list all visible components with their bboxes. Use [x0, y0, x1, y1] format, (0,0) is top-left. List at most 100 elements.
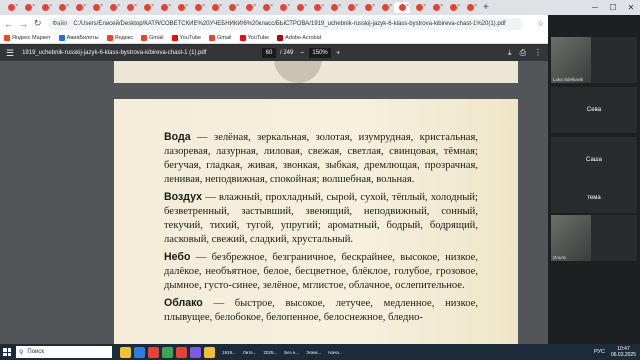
tab-close-icon[interactable]: ×: [185, 3, 188, 9]
browser-tab[interactable]: ×: [156, 2, 172, 13]
browser-tab[interactable]: ×: [258, 2, 274, 13]
browser-tab[interactable]: ×: [377, 2, 393, 13]
tab-close-icon[interactable]: ×: [134, 3, 137, 9]
tab-close-icon[interactable]: ×: [66, 3, 69, 9]
browser-tab[interactable]: ×: [207, 2, 223, 13]
pdf-viewport[interactable]: Вода — зелёная, зеркальная, золотая, изу…: [0, 61, 548, 344]
browser-tab[interactable]: ×: [224, 2, 240, 13]
browser-tab[interactable]: ×: [3, 2, 19, 13]
browser-tab[interactable]: ×: [326, 2, 342, 13]
browser-tab[interactable]: ×: [411, 2, 427, 13]
tab-close-icon[interactable]: ×: [338, 3, 341, 9]
browser-tab[interactable]: ×: [139, 2, 155, 13]
bookmark-item[interactable]: Яндекс: [106, 34, 133, 41]
zoom-out-icon[interactable]: −: [300, 50, 304, 57]
tab-close-icon[interactable]: ×: [389, 3, 392, 9]
tab-close-icon[interactable]: ×: [270, 3, 273, 9]
bookmark-item[interactable]: Gmail: [141, 34, 164, 41]
taskbar-window[interactable]: Лите...: [243, 347, 257, 358]
tab-close-icon[interactable]: ×: [474, 3, 477, 9]
tab-close-icon[interactable]: ×: [253, 3, 256, 9]
tab-close-icon[interactable]: ×: [100, 3, 103, 9]
tab-close-icon[interactable]: ×: [202, 3, 205, 9]
clock[interactable]: 10:47 06.03.2025: [611, 346, 636, 358]
bookmark-item[interactable]: YouTube: [239, 34, 269, 41]
bookmark-item[interactable]: Gmail: [209, 34, 232, 41]
browser-tab[interactable]: ×: [54, 2, 70, 13]
download-icon[interactable]: ⤓: [508, 48, 512, 58]
more-icon[interactable]: ⋮: [534, 48, 542, 58]
bookmark-item[interactable]: Adobe Acrobat: [277, 34, 321, 41]
tab-close-icon[interactable]: ×: [49, 3, 52, 9]
taskbar-window[interactable]: Нача...: [328, 347, 342, 358]
browser-tab[interactable]: ×: [37, 2, 53, 13]
tab-close-icon[interactable]: ×: [15, 3, 18, 9]
url-input[interactable]: Файл C:/Users/Елисей/Desktop/КАТЯ/СОВЕТС…: [47, 17, 523, 30]
taskbar-window[interactable]: Элем...: [306, 347, 321, 358]
browser-tab[interactable]: ×: [241, 2, 257, 13]
taskbar-app-icon[interactable]: [134, 346, 145, 358]
new-tab-icon[interactable]: +: [483, 2, 489, 13]
taskbar-app-icon[interactable]: [148, 346, 159, 358]
browser-tab[interactable]: ×: [360, 2, 376, 13]
browser-tab[interactable]: ×: [445, 2, 461, 13]
browser-tab[interactable]: ×: [20, 2, 36, 13]
tab-close-icon[interactable]: ×: [440, 3, 443, 9]
tab-close-icon[interactable]: ×: [372, 3, 375, 9]
start-button[interactable]: [0, 344, 14, 360]
tab-close-icon[interactable]: ×: [355, 3, 358, 9]
taskbar-search[interactable]: ⚲ Поиск: [16, 346, 112, 358]
taskbar-app-icon[interactable]: [120, 346, 131, 358]
participant-tile[interactable]: Luka Sdelkavik: [551, 37, 637, 83]
bookmark-item[interactable]: АвиаБилеты: [58, 34, 99, 41]
lang-indicator[interactable]: РУС: [594, 349, 605, 355]
tab-close-icon[interactable]: ×: [423, 3, 426, 9]
tab-close-icon[interactable]: ×: [304, 3, 307, 9]
participant-tile[interactable]: тема: [551, 183, 637, 213]
tab-close-icon[interactable]: ×: [151, 3, 154, 9]
taskbar-app-icon[interactable]: [162, 346, 173, 358]
menu-icon[interactable]: ☰: [6, 48, 14, 59]
tab-close-icon[interactable]: ×: [219, 3, 222, 9]
maximize-icon[interactable]: ☐: [604, 0, 622, 15]
zoom-in-icon[interactable]: +: [336, 50, 340, 57]
tab-close-icon[interactable]: ×: [32, 3, 35, 9]
browser-tab[interactable]: ×: [173, 2, 189, 13]
browser-tab[interactable]: ×: [105, 2, 121, 13]
close-icon[interactable]: ✕: [622, 0, 640, 15]
participant-tile[interactable]: Саша: [551, 137, 637, 183]
taskbar-app-icon[interactable]: [204, 346, 215, 358]
browser-tab[interactable]: ×: [428, 2, 444, 13]
tab-close-icon[interactable]: ×: [287, 3, 290, 9]
minimize-icon[interactable]: ─: [586, 0, 604, 15]
taskbar-app-icon[interactable]: [176, 346, 187, 358]
taskbar-app-icon[interactable]: [190, 346, 201, 358]
tab-close-icon[interactable]: ×: [457, 3, 460, 9]
browser-tab[interactable]: ×: [122, 2, 138, 13]
taskbar-window[interactable]: 2025...: [264, 347, 278, 358]
browser-tab[interactable]: ×: [190, 2, 206, 13]
browser-tab[interactable]: ×: [343, 2, 359, 13]
taskbar-window[interactable]: Без н...: [284, 347, 299, 358]
bookmark-item[interactable]: Яндекс Маркет: [4, 34, 51, 41]
browser-tab[interactable]: ×: [292, 2, 308, 13]
star-icon[interactable]: ☆: [537, 19, 544, 28]
back-icon[interactable]: ←: [4, 19, 13, 29]
browser-tab[interactable]: ×: [394, 2, 410, 13]
tab-close-icon[interactable]: ×: [168, 3, 171, 9]
browser-tab[interactable]: ×: [275, 2, 291, 13]
browser-tab[interactable]: ×: [88, 2, 104, 13]
browser-tab[interactable]: ×: [462, 2, 478, 13]
tab-close-icon[interactable]: ×: [236, 3, 239, 9]
bookmark-item[interactable]: YouTube: [171, 34, 201, 41]
participant-tile[interactable]: Илья1: [551, 215, 637, 261]
participant-tile[interactable]: Сева: [551, 87, 637, 133]
browser-tab[interactable]: ×: [309, 2, 325, 13]
reload-icon[interactable]: ↻: [34, 18, 42, 29]
zoom-input[interactable]: 150%: [309, 48, 332, 58]
page-number-input[interactable]: 60: [262, 48, 276, 58]
browser-tab[interactable]: ×: [71, 2, 87, 13]
print-icon[interactable]: ⎙: [520, 48, 526, 58]
taskbar-window[interactable]: 1919...: [222, 347, 236, 358]
forward-icon[interactable]: →: [19, 19, 28, 29]
